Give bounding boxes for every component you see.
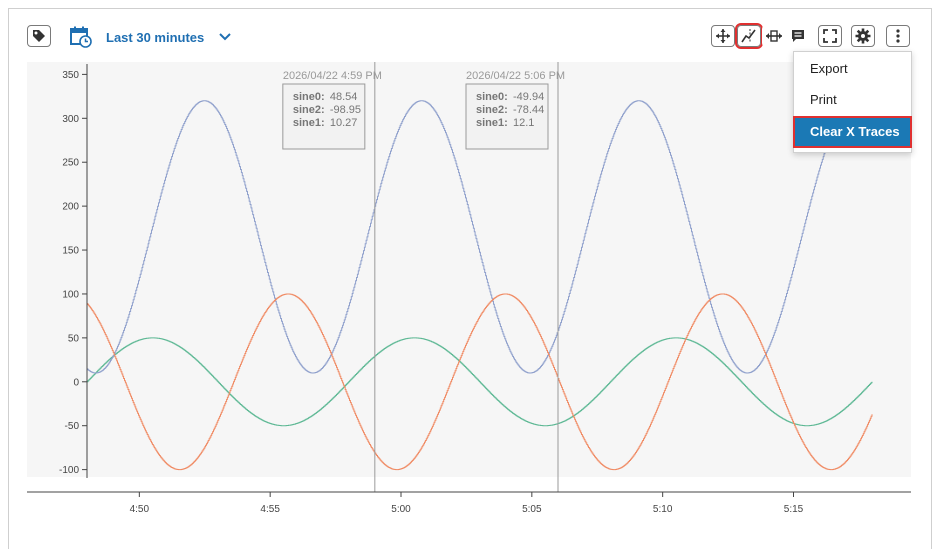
x-tick-label: 5:10 — [653, 504, 673, 515]
horizontal-scale-button[interactable] — [762, 25, 786, 47]
sine-chart[interactable]: 4:50 4:55 5:00 5:05 5:10 5:15 350 300 250 200 150… — [27, 62, 911, 522]
notes-button[interactable] — [786, 25, 810, 47]
x-trace-button[interactable] — [735, 23, 763, 49]
trace-tooltip-value: 10.27 — [330, 117, 358, 129]
tag-button[interactable] — [27, 25, 51, 47]
time-range-label: Last 30 minutes — [106, 29, 205, 45]
trace-tooltip-header: 2026/04/22 5:06 PM — [466, 70, 565, 82]
y-tick-label: 150 — [62, 246, 79, 257]
menu-item-clear-x-traces[interactable]: Clear X Traces — [793, 116, 912, 148]
trace-tooltip-label: sine0: — [293, 91, 325, 103]
x-tick-label: 5:00 — [391, 504, 411, 515]
y-tick-label: 50 — [68, 333, 80, 344]
y-tick-label: 200 — [62, 202, 79, 213]
horizontal-scale-icon — [766, 30, 782, 42]
y-tick-label: 0 — [73, 377, 79, 388]
x-tick-label: 5:15 — [784, 504, 804, 515]
trace-tooltip-value: -49.94 — [513, 91, 544, 103]
trace-tooltip-value: 48.54 — [330, 91, 358, 103]
more-vertical-icon — [896, 29, 900, 43]
y-tick-label: 100 — [62, 289, 79, 300]
x-tick-label: 5:05 — [522, 504, 542, 515]
time-range-selector[interactable]: Last 30 minutes — [70, 26, 232, 48]
trace-tooltip-label: sine1: — [476, 117, 508, 129]
y-tick-label: 250 — [62, 158, 79, 169]
chevron-down-icon[interactable] — [218, 30, 232, 44]
x-trace-icon — [741, 29, 756, 43]
tag-icon — [33, 30, 45, 42]
y-tick-label: -100 — [59, 465, 79, 476]
fullscreen-icon — [823, 29, 837, 43]
y-tick-label: 300 — [62, 114, 79, 125]
y-tick-label: -50 — [65, 421, 80, 432]
pan-button[interactable] — [711, 25, 735, 47]
trace-tooltip-value: 12.1 — [513, 117, 534, 129]
options-menu: Export Print Clear X Traces — [793, 51, 912, 153]
trace-tooltip-value: -98.95 — [330, 104, 361, 116]
pan-move-icon — [716, 29, 730, 43]
more-options-button[interactable] — [886, 25, 910, 47]
menu-item-print[interactable]: Print — [794, 85, 911, 115]
y-tick-label: 350 — [62, 70, 79, 81]
settings-button[interactable] — [851, 25, 875, 47]
notes-icon — [792, 30, 804, 42]
settings-gear-icon — [855, 28, 871, 44]
trace-tooltip-label: sine2: — [476, 104, 508, 116]
menu-item-export[interactable]: Export — [794, 54, 911, 84]
x-tick-label: 4:55 — [260, 504, 280, 515]
fullscreen-button[interactable] — [818, 25, 842, 47]
trace-tooltip-label: sine0: — [476, 91, 508, 103]
calendar-clock-icon — [70, 26, 92, 48]
trace-tooltip-label: sine1: — [293, 117, 325, 129]
trace-tooltip-label: sine2: — [293, 104, 325, 116]
x-tick-label: 4:50 — [130, 504, 150, 515]
trace-tooltip-value: -78.44 — [513, 104, 544, 116]
trace-tooltip-header: 2026/04/22 4:59 PM — [283, 70, 382, 82]
